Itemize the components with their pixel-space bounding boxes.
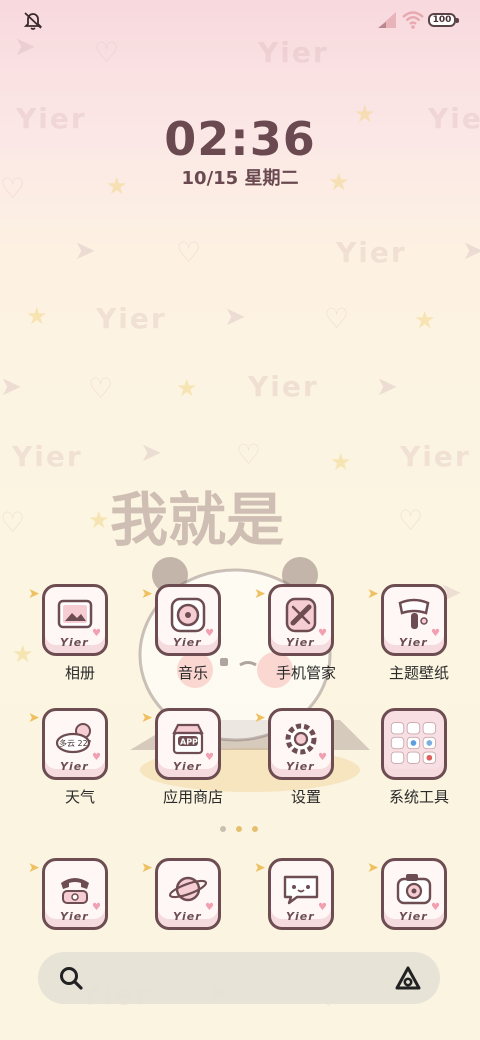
app-badge: Yier	[173, 760, 202, 773]
paper-plane-icon: ➤	[254, 860, 266, 876]
app-badge: Yier	[286, 760, 315, 773]
assistant-icon[interactable]	[394, 965, 422, 991]
app-badge: Yier	[60, 636, 89, 649]
app-badge: Yier	[60, 760, 89, 773]
clock-date[interactable]: 10/15 星期二	[0, 164, 480, 190]
app-badge: Yier	[173, 910, 202, 923]
wallpaper-watermark: Yier	[336, 236, 407, 269]
heart-icon: ♡	[94, 36, 120, 69]
paper-plane-icon: ➤	[376, 372, 398, 402]
app-badge: Yier	[399, 636, 428, 649]
page-dot[interactable]	[220, 826, 226, 832]
app-label: 应用商店	[162, 788, 223, 806]
page-dot[interactable]	[252, 826, 258, 832]
heart-icon: ♥	[92, 628, 101, 639]
paper-plane-icon: ➤	[0, 372, 22, 402]
heart-icon: ♡	[236, 438, 262, 471]
wifi-icon	[402, 11, 424, 29]
search-bar[interactable]	[38, 952, 440, 1004]
weather-text: 多云 22°	[59, 738, 92, 748]
signal-icon	[378, 12, 396, 28]
paper-plane-icon: ➤	[141, 860, 153, 876]
paper-plane-icon: ➤	[141, 586, 153, 602]
mute-icon	[23, 12, 43, 30]
app-label: 设置	[290, 788, 321, 806]
paper-plane-icon: ➤	[254, 710, 266, 726]
app-badge: Yier	[173, 636, 202, 649]
search-icon[interactable]	[58, 965, 84, 991]
wallpaper-watermark: Yier	[258, 36, 329, 69]
heart-icon: ♡	[324, 302, 350, 335]
paper-plane-icon: ➤	[254, 586, 266, 602]
heart-icon: ♥	[205, 752, 214, 763]
wallpaper-watermark: Yier	[400, 440, 471, 473]
clock-time[interactable]: 02:36	[0, 112, 480, 166]
heart-icon: ♡	[0, 506, 26, 539]
app-badge: Yier	[286, 910, 315, 923]
folder-system-tools[interactable]: 系统工具	[369, 708, 469, 818]
paper-plane-icon: ➤	[28, 710, 40, 726]
star-icon: ★	[176, 374, 198, 402]
heart-icon: ♥	[92, 752, 101, 763]
star-icon: ★	[26, 302, 48, 330]
system-tools-folder-icon	[381, 708, 447, 780]
app-label: 相册	[64, 664, 95, 682]
battery-icon: 100	[428, 13, 459, 27]
app-label: 天气	[64, 788, 95, 806]
paper-plane-icon: ➤	[140, 438, 162, 468]
app-label: 手机管家	[275, 664, 336, 682]
heart-icon: ♥	[318, 752, 327, 763]
heart-icon: ♥	[318, 628, 327, 639]
star-icon: ★	[414, 306, 436, 334]
app-badge: Yier	[60, 910, 89, 923]
heart-icon: ♥	[431, 628, 440, 639]
heart-icon: ♡	[176, 236, 202, 269]
paper-plane-icon: ➤	[74, 236, 96, 266]
heart-icon: ♡	[398, 504, 424, 537]
store-text: APP	[180, 738, 198, 747]
page-dot-active[interactable]	[236, 826, 242, 832]
heart-icon: ♥	[431, 902, 440, 913]
app-weather[interactable]: ➤ 多云 22° Yier ♥ 天气	[28, 708, 130, 818]
heart-icon: ♥	[205, 902, 214, 913]
paper-plane-icon: ➤	[367, 860, 379, 876]
wallpaper-watermark: Yier	[96, 302, 167, 335]
app-label: 主题壁纸	[388, 664, 449, 682]
app-store[interactable]: ➤ APP Yier ♥ 应用商店	[141, 708, 243, 818]
paper-plane-icon: ➤	[367, 586, 379, 602]
paper-plane-icon: ➤	[141, 710, 153, 726]
wallpaper-watermark: Yier	[248, 370, 319, 403]
app-settings[interactable]: ➤ Yier ♥ 设置	[254, 708, 356, 818]
app-badge: Yier	[399, 910, 428, 923]
app-phone-manager[interactable]: ➤ Yier ♥ 手机管家	[254, 584, 356, 694]
status-bar: 100	[0, 0, 480, 40]
heart-icon: ♥	[318, 902, 327, 913]
paper-plane-icon: ➤	[28, 586, 40, 602]
app-themes[interactable]: ➤ Yier ♥ 主题壁纸	[367, 584, 469, 694]
app-label: 音乐	[177, 664, 208, 682]
paper-plane-icon: ➤	[28, 860, 40, 876]
app-label: 系统工具	[388, 788, 449, 806]
app-badge: Yier	[286, 636, 315, 649]
paper-plane-icon: ➤	[462, 236, 480, 266]
heart-icon: ♡	[88, 372, 114, 405]
page-indicator[interactable]	[218, 824, 264, 836]
wallpaper-center-text: 我就是	[110, 486, 284, 554]
app-gallery[interactable]: ➤ Yier ♥ 相册	[28, 584, 130, 694]
wallpaper-watermark: Yier	[12, 440, 83, 473]
paper-plane-icon: ➤	[224, 302, 246, 332]
heart-icon: ♥	[205, 628, 214, 639]
heart-icon: ♥	[92, 902, 101, 913]
app-music[interactable]: ➤ Yier ♥ 音乐	[141, 584, 243, 694]
